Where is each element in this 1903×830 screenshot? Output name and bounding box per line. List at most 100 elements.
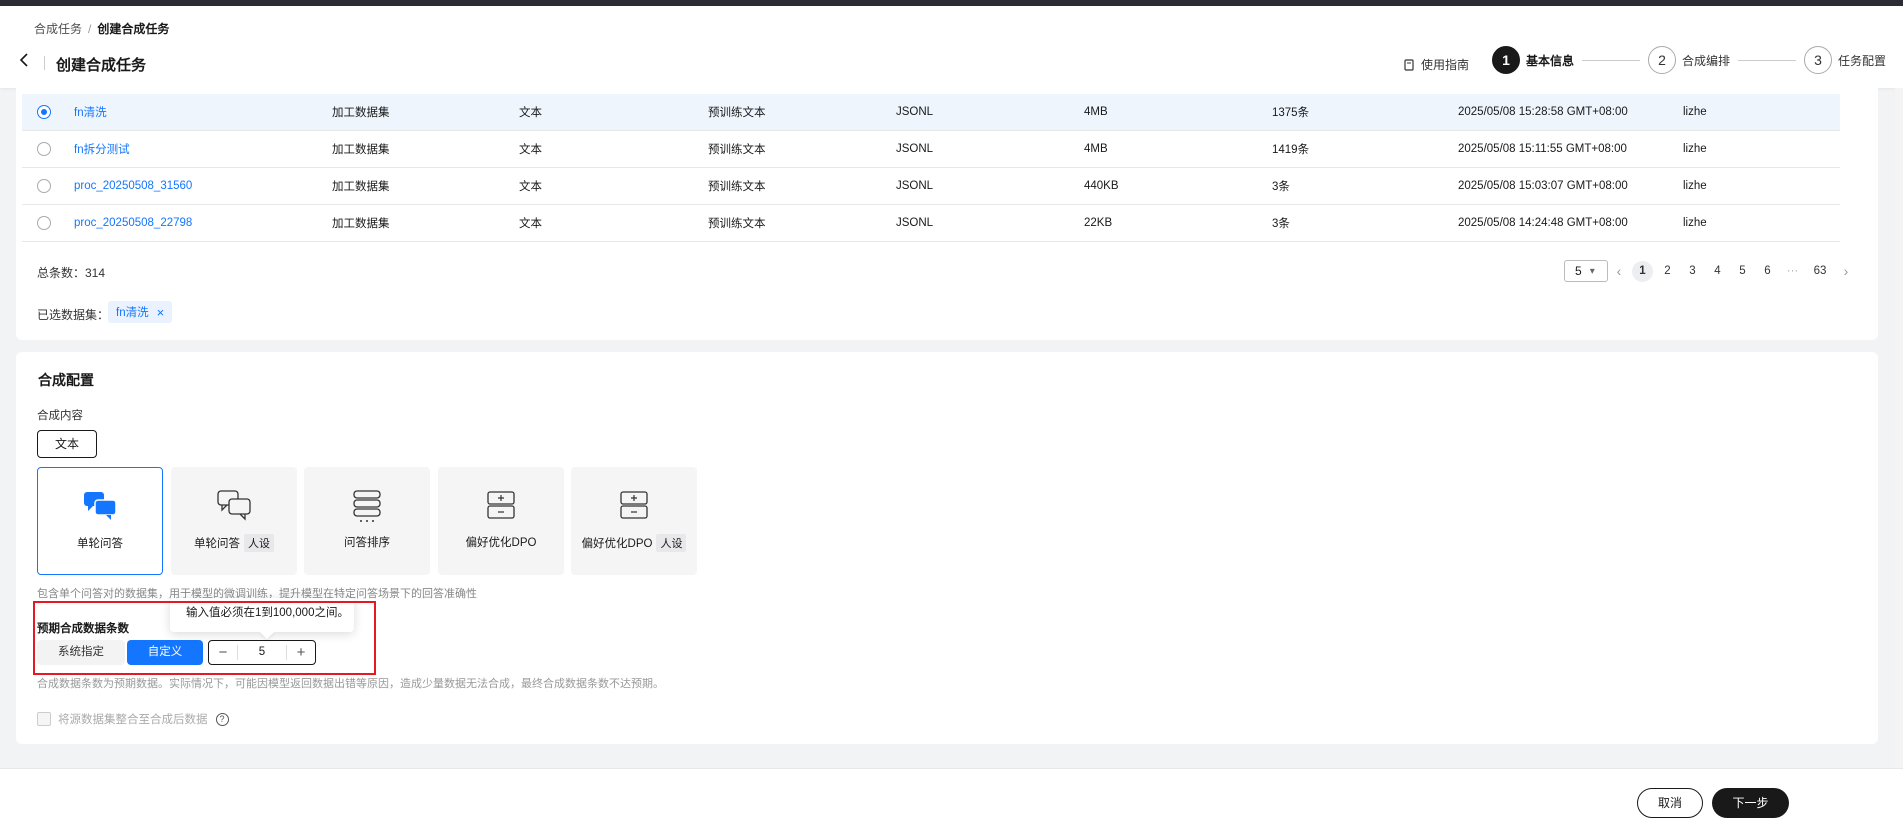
user-guide-link[interactable]: 使用指南	[1404, 56, 1469, 73]
cell-creator: lizhe	[1683, 217, 1707, 229]
task-card-label: 问答排序	[304, 534, 430, 550]
total-count: 总条数：314	[37, 266, 106, 280]
expected-count-label: 预期合成数据条数	[37, 623, 129, 635]
step-number: 3	[1804, 46, 1833, 74]
task-card-label: 偏好优化DPO	[438, 534, 564, 550]
page-ellipsis[interactable]: ···	[1782, 261, 1803, 282]
page-button[interactable]: 63	[1807, 261, 1833, 282]
validation-tooltip: 输入值必须在1到100,000之间。	[170, 598, 354, 632]
ranking-list-icon	[304, 489, 430, 523]
plus-icon[interactable]: +	[287, 644, 315, 661]
task-card-dpo[interactable]: 偏好优化DPO	[438, 467, 564, 575]
row-radio[interactable]	[37, 179, 51, 193]
minus-icon[interactable]: −	[209, 644, 237, 661]
cell-count: 3条	[1272, 218, 1290, 230]
back-arrow-icon[interactable]	[18, 50, 32, 70]
cell-type: 加工数据集	[332, 218, 390, 230]
page-button[interactable]: 2	[1657, 261, 1678, 282]
page-header: 合成任务 / 创建合成任务 创建合成任务 使用指南 1 基本信息 2 合成编排 3 …	[0, 6, 1903, 88]
page-size-select[interactable]: 5 ▾	[1564, 260, 1608, 282]
chevron-down-icon: ▾	[1589, 265, 1595, 277]
next-page-icon[interactable]: ›	[1835, 263, 1857, 279]
custom-option[interactable]: 自定义	[127, 640, 203, 665]
task-card-qa-ranking[interactable]: 问答排序	[304, 467, 430, 575]
dpo-icon	[571, 489, 697, 523]
count-note: 合成数据条数为预期数据。实际情况下，可能因模型返回数据出错等原因，造成少量数据无…	[37, 678, 664, 690]
page-button[interactable]: 6	[1757, 261, 1778, 282]
merge-source-checkbox[interactable]	[37, 712, 51, 726]
stepper-value[interactable]: 5	[237, 645, 287, 660]
step-label: 基本信息	[1526, 53, 1575, 68]
cell-modality: 文本	[519, 144, 542, 156]
page-size-value: 5	[1575, 264, 1582, 278]
dataset-name-link[interactable]: fn清洗	[74, 104, 107, 120]
cancel-button[interactable]: 取消	[1637, 788, 1703, 818]
row-radio[interactable]	[37, 216, 51, 230]
cell-creator: lizhe	[1683, 106, 1707, 118]
table-row[interactable]: proc_20250508_31560 加工数据集 文本 预训练文本 JSONL…	[22, 168, 1840, 205]
book-icon	[1404, 58, 1414, 71]
next-step-button[interactable]: 下一步	[1712, 788, 1789, 818]
cell-count: 3条	[1272, 181, 1290, 193]
dataset-name-link[interactable]: proc_20250508_22798	[74, 217, 192, 229]
row-radio[interactable]	[37, 142, 51, 156]
user-guide-label: 使用指南	[1421, 58, 1470, 72]
page-button[interactable]: 5	[1732, 261, 1753, 282]
content-label: 合成内容	[37, 410, 83, 422]
page-button[interactable]: 1	[1632, 260, 1653, 282]
task-card-single-qa-persona[interactable]: 单轮问答 人设	[171, 467, 297, 575]
breadcrumb-parent[interactable]: 合成任务	[34, 22, 82, 36]
dataset-name-link[interactable]: fn拆分测试	[74, 141, 130, 157]
cell-type: 加工数据集	[332, 144, 390, 156]
cell-size: 440KB	[1084, 180, 1119, 192]
cell-type: 加工数据集	[332, 107, 390, 119]
cell-format: JSONL	[896, 143, 934, 155]
content-type-button[interactable]: 文本	[37, 430, 97, 458]
step-task-config[interactable]: 3 任务配置	[1804, 46, 1886, 74]
cell-count: 1419条	[1272, 144, 1310, 156]
breadcrumb-current: 创建合成任务	[97, 22, 170, 36]
count-mode-segment: 系统指定 自定义	[37, 640, 203, 665]
task-card-single-qa[interactable]: 单轮问答	[37, 467, 163, 575]
task-card-dpo-persona[interactable]: 偏好优化DPO 人设	[571, 467, 697, 575]
page-button[interactable]: 4	[1707, 261, 1728, 282]
prev-page-icon[interactable]: ‹	[1608, 263, 1630, 279]
table-row[interactable]: fn清洗 加工数据集 文本 预训练文本 JSONL 4MB 1375条 2025…	[22, 94, 1840, 131]
step-label: 任务配置	[1838, 53, 1887, 68]
step-connector	[1582, 59, 1641, 61]
cell-time: 2025/05/08 15:11:55 GMT+08:00	[1458, 143, 1627, 155]
step-connector	[1738, 59, 1797, 61]
dataset-name-link[interactable]: proc_20250508_31560	[74, 180, 192, 192]
scrollbar[interactable]	[1895, 88, 1903, 768]
header-divider	[44, 56, 45, 70]
step-orchestration[interactable]: 2 合成编排	[1648, 46, 1730, 74]
step-basic-info[interactable]: 1 基本信息	[1492, 46, 1574, 74]
table-row[interactable]: fn拆分测试 加工数据集 文本 预训练文本 JSONL 4MB 1419条 20…	[22, 131, 1840, 168]
cell-type: 加工数据集	[332, 181, 390, 193]
cell-count: 1375条	[1272, 107, 1310, 119]
task-name: 偏好优化DPO	[465, 537, 537, 549]
chat-bubbles-filled-icon	[38, 490, 162, 524]
close-icon[interactable]: ×	[157, 305, 165, 320]
help-icon[interactable]: ?	[215, 712, 229, 726]
row-radio[interactable]	[37, 105, 51, 119]
system-specified-option[interactable]: 系统指定	[37, 640, 125, 665]
merge-source-option: 将源数据集整合至合成后数据 ?	[37, 711, 229, 727]
persona-badge: 人设	[244, 534, 274, 552]
table-row[interactable]: proc_20250508_22798 加工数据集 文本 预训练文本 JSONL…	[22, 205, 1840, 242]
task-card-label: 单轮问答 人设	[171, 534, 297, 552]
breadcrumb-separator: /	[88, 22, 92, 36]
merge-source-label: 将源数据集整合至合成后数据	[58, 714, 208, 726]
cell-usage: 预训练文本	[708, 181, 766, 193]
task-name: 偏好优化DPO	[581, 538, 653, 550]
cell-usage: 预训练文本	[708, 218, 766, 230]
selected-dataset-tag: fn清洗 ×	[108, 301, 173, 323]
cell-modality: 文本	[519, 218, 542, 230]
step-number: 2	[1648, 46, 1677, 74]
cell-modality: 文本	[519, 107, 542, 119]
page-button[interactable]: 3	[1682, 261, 1703, 282]
task-name: 单轮问答	[194, 538, 240, 550]
cell-size: 4MB	[1084, 106, 1108, 118]
cell-size: 4MB	[1084, 143, 1108, 155]
task-name: 问答排序	[344, 537, 390, 549]
